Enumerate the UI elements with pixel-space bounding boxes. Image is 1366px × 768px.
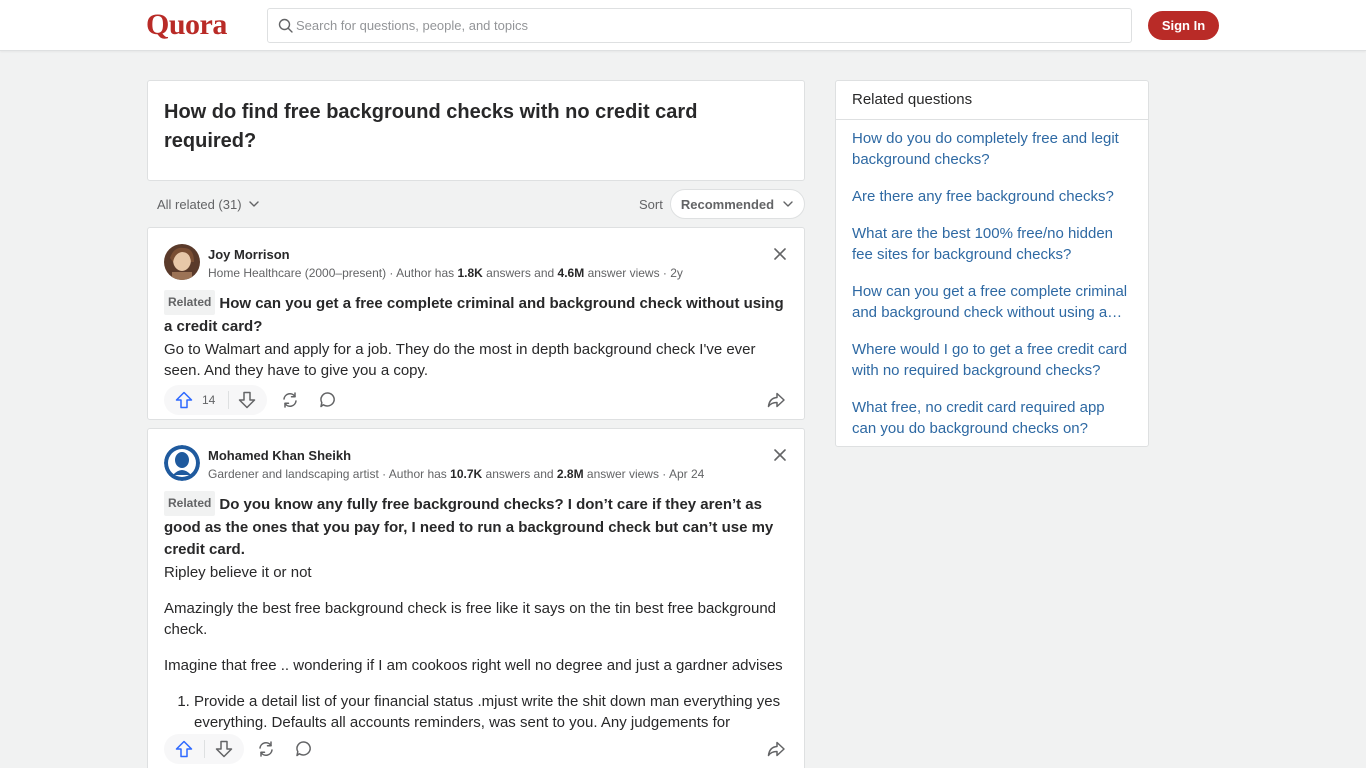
downvote-icon xyxy=(238,391,256,409)
credential-text: answers and xyxy=(482,266,558,280)
avatar[interactable] xyxy=(164,445,200,481)
reshare-button[interactable] xyxy=(251,734,281,764)
author-name[interactable]: Mohamed Khan Sheikh xyxy=(208,448,351,463)
credential-text: answer views · Apr 24 xyxy=(583,467,705,481)
chevron-down-icon xyxy=(783,201,793,207)
related-question-link[interactable]: What free, no credit card required app c… xyxy=(852,397,1132,439)
answer-actions xyxy=(164,734,788,764)
close-icon[interactable] xyxy=(772,447,788,463)
author-name[interactable]: Joy Morrison xyxy=(208,247,290,262)
vote-pill xyxy=(164,734,244,764)
downvote-button[interactable] xyxy=(229,385,265,415)
author-credential: Home Healthcare (2000–present) · Author … xyxy=(208,266,683,280)
share-reshare-icon xyxy=(259,741,273,757)
related-question-text: Do you know any fully free background ch… xyxy=(164,496,774,558)
upvote-icon xyxy=(175,740,193,758)
share-reshare-icon xyxy=(283,392,297,408)
related-question-item: Are there any free background checks? xyxy=(852,186,1132,207)
share-arrow-icon xyxy=(767,392,785,408)
close-icon[interactable] xyxy=(772,246,788,262)
related-tag: Related xyxy=(164,491,216,516)
credential-text: Gardener and landscaping artist · Author… xyxy=(208,467,451,481)
upvote-count: 14 xyxy=(202,393,216,407)
answer-list: Provide a detail list of your financial … xyxy=(164,691,788,730)
sort-value: Recommended xyxy=(680,196,775,212)
search-input[interactable] xyxy=(296,9,1116,42)
answer-paragraph: Ripley believe it or not xyxy=(164,564,312,581)
related-questions-title: Related questions xyxy=(836,81,1148,120)
comment-button[interactable] xyxy=(289,734,319,764)
reshare-button[interactable] xyxy=(275,385,305,415)
views-count: 4.6M xyxy=(557,266,585,280)
share-button[interactable] xyxy=(761,385,791,415)
upvote-icon xyxy=(175,391,193,409)
search-box[interactable] xyxy=(267,8,1132,43)
answer-card: Mohamed Khan Sheikh Gardener and landsca… xyxy=(147,428,805,768)
avatar[interactable] xyxy=(164,244,200,280)
all-related-label: All related (31) xyxy=(157,196,242,212)
share-button[interactable] xyxy=(761,734,791,764)
comment-icon xyxy=(320,392,335,408)
quora-logo[interactable]: Quora xyxy=(146,8,227,42)
answer-actions: 14 xyxy=(164,385,788,415)
related-questions-panel: Related questions How do you do complete… xyxy=(835,80,1149,447)
downvote-icon xyxy=(215,740,233,758)
question-title: How do find free background checks with … xyxy=(164,101,698,152)
upvote-button[interactable] xyxy=(164,734,204,764)
top-navigation-bar: Quora Sign In xyxy=(0,0,1366,51)
answer-list-item: Provide a detail list of your financial … xyxy=(194,691,788,730)
related-question-title[interactable]: Related Do you know any fully free backgr… xyxy=(164,491,788,562)
answers-count: 10.7K xyxy=(450,467,483,481)
answer-body[interactable]: Ripley believe it or not Amazingly the b… xyxy=(164,562,788,730)
related-question-item: How can you get a free complete criminal… xyxy=(852,281,1132,323)
related-question-link[interactable]: How can you get a free complete criminal… xyxy=(852,281,1132,323)
related-question-title[interactable]: Related How can you get a free complete c… xyxy=(164,290,788,338)
sort-dropdown[interactable]: Recommended xyxy=(670,189,805,219)
comment-icon xyxy=(296,741,311,757)
downvote-button[interactable] xyxy=(205,734,243,764)
related-question-text: How can you get a free complete criminal… xyxy=(164,295,784,335)
credential-text: Home Healthcare (2000–present) · Author … xyxy=(208,266,458,280)
related-question-link[interactable]: How do you do completely free and legit … xyxy=(852,128,1132,170)
related-question-item: What free, no credit card required app c… xyxy=(852,397,1132,439)
views-count: 2.8M xyxy=(556,467,584,481)
credential-text: answers and xyxy=(482,467,557,481)
share-arrow-icon xyxy=(767,741,785,757)
question-card: How do find free background checks with … xyxy=(147,80,805,181)
related-question-item: How do you do completely free and legit … xyxy=(852,128,1132,170)
related-question-item: Where would I go to get a free credit ca… xyxy=(852,339,1132,381)
search-icon xyxy=(278,18,293,33)
related-question-link[interactable]: Are there any free background checks? xyxy=(852,186,1132,207)
related-question-item: What are the best 100% free/no hidden fe… xyxy=(852,223,1132,265)
comment-button[interactable] xyxy=(313,385,343,415)
upvote-button[interactable]: 14 xyxy=(164,385,228,415)
sort-label: Sort xyxy=(639,197,663,212)
related-tag: Related xyxy=(164,290,216,315)
answer-card: Joy Morrison Home Healthcare (2000–prese… xyxy=(147,227,805,420)
all-related-dropdown[interactable]: All related (31) xyxy=(157,196,260,212)
answer-paragraph: Amazingly the best free background check… xyxy=(164,600,776,638)
related-question-link[interactable]: What are the best 100% free/no hidden fe… xyxy=(852,223,1132,265)
vote-pill: 14 xyxy=(164,385,267,415)
chevron-down-icon xyxy=(248,201,259,207)
sign-in-button[interactable]: Sign In xyxy=(1148,11,1219,40)
credential-text: answer views · 2y xyxy=(584,266,683,280)
related-question-link[interactable]: Where would I go to get a free credit ca… xyxy=(852,339,1132,381)
related-questions-list: How do you do completely free and legit … xyxy=(836,120,1148,439)
author-credential: Gardener and landscaping artist · Author… xyxy=(208,467,704,481)
answer-paragraph: Imagine that free .. wondering if I am c… xyxy=(164,657,783,674)
answers-count: 1.8K xyxy=(457,266,483,280)
answer-paragraph: Go to Walmart and apply for a job. They … xyxy=(164,341,756,379)
